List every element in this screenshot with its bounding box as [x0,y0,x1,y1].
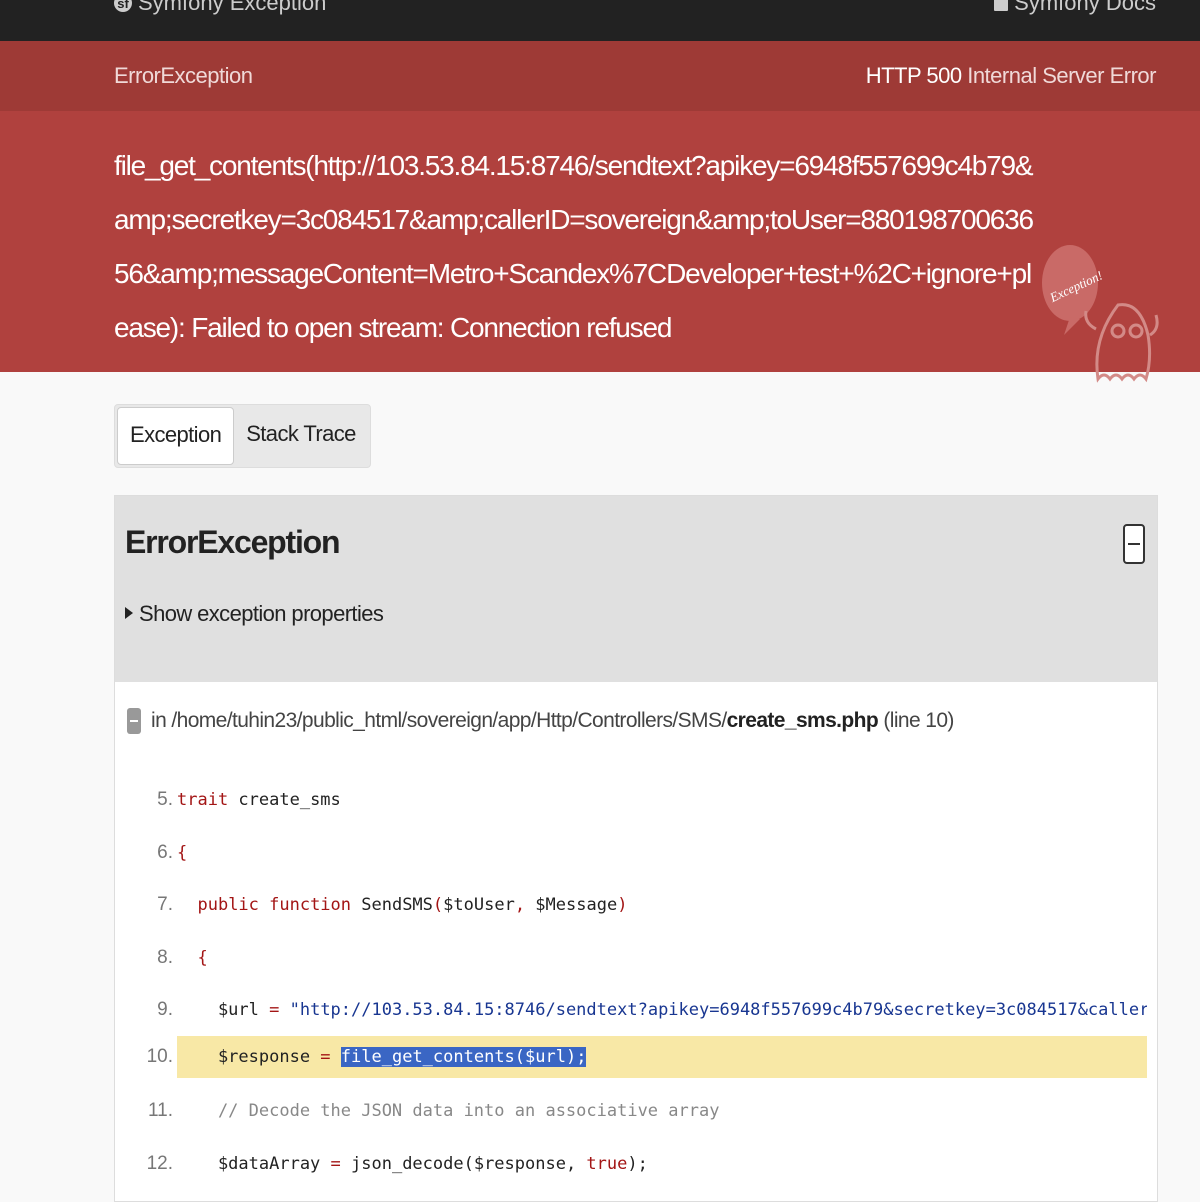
exception-message: file_get_contents(http://103.53.84.15:87… [114,150,1034,343]
line-number: 9. [157,999,173,1020]
code-token: $dataArray [177,1154,331,1174]
code-token: = [330,1154,341,1174]
exception-ghost-icon: Exception! [1042,245,1159,383]
symfony-logo-icon: sf [114,0,132,12]
brand: sf Symfony Exception [114,0,326,16]
http-status: HTTP 500 Internal Server Error [865,63,1157,89]
code-token: public function [197,895,352,915]
code-line: 11. // Decode the JSON data into an asso… [115,1090,1157,1132]
show-properties-label: Show exception properties [139,601,384,626]
tab-exception[interactable]: Exception [117,407,235,465]
code-token: true [586,1154,628,1174]
line-number: 10. [146,1046,173,1067]
code-token: $Message [525,895,618,915]
code-token: ); [627,1154,648,1174]
show-properties-toggle[interactable]: Show exception properties [125,601,384,627]
trace-file: create_sms.php [726,709,879,732]
code-token: = [269,1000,280,1020]
code-line: 10. $response = file_get_contents($url); [115,1036,1157,1078]
code-token: trait [177,790,229,810]
book-icon [994,0,1009,11]
exception-panel-header: ErrorException Show exception properties [115,496,1157,682]
code-source: $response = file_get_contents($url); [177,1036,1147,1078]
code-token: $url [177,1000,270,1020]
docs-link[interactable]: Symfony Docs [994,0,1156,16]
collapse-trace-icon[interactable] [127,708,141,734]
code-token: "http://103.53.84.15:8746/sendtext?apike… [289,1000,1147,1020]
tab-stack-trace[interactable]: Stack Trace [234,407,368,465]
panel-title: ErrorException [125,524,341,560]
exception-summary-bar: ErrorException HTTP 500 Internal Server … [0,41,1200,111]
code-token: create_sms [228,790,341,810]
line-number: 8. [157,947,173,968]
code-source: $url = "http://103.53.84.15:8746/sendtex… [177,989,1147,1031]
line-number: 11. [147,1100,173,1121]
code-line: 6.{ [115,832,1157,874]
code-token: SendSMS [351,895,433,915]
top-bar: sf Symfony Exception Symfony Docs [0,0,1200,41]
code-token: = [320,1047,331,1067]
collapse-all-icon[interactable] [1123,524,1145,564]
code-token: json_decode($response, [340,1154,587,1174]
code-line: 5. trait create_sms [115,779,1157,821]
trace-line: (line 10) [883,709,954,732]
code-token: { [177,843,188,863]
line-number: 5. [157,789,173,810]
line-number: 6. [157,842,173,863]
caret-right-icon [125,607,133,619]
tab-bar: Exception Stack Trace [114,404,371,468]
code-token: ( [432,895,444,915]
exception-class: ErrorException [114,63,253,88]
code-line: 7. public function SendSMS($toUser, $Mes… [115,884,1157,926]
line-number: 7. [157,894,173,915]
line-number: 12. [146,1153,173,1174]
code-line: 9. $url = "http://103.53.84.15:8746/send… [115,989,1157,1031]
status-code: HTTP 500 [865,63,962,88]
code-line: 12. $dataArray = json_decode($response, … [115,1143,1157,1185]
trace-location[interactable]: in /home/tuhin23/public_html/sovereign/a… [127,708,954,734]
status-text: Internal Server Error [967,63,1156,88]
trace-path: in /home/tuhin23/public_html/sovereign/a… [151,709,727,732]
code-token: $response [177,1047,321,1067]
code-token: , [514,895,526,915]
code-token: // Decode the JSON data into an associat… [177,1101,720,1121]
exception-message-banner: file_get_contents(http://103.53.84.15:87… [0,111,1200,383]
docs-label: Symfony Docs [1014,0,1156,15]
code-token: file_get_contents($url); [340,1047,587,1067]
code-source: { [177,832,1147,874]
code-source: // Decode the JSON data into an associat… [177,1090,1147,1132]
code-line: 8. { [115,937,1157,979]
code-token: $toUser [443,895,515,915]
code-source: trait create_sms [177,779,1147,821]
code-source: public function SendSMS($toUser, $Messag… [177,884,1147,926]
code-token: ) [617,895,628,915]
code-token: { [197,948,208,968]
code-source: { [177,937,1147,979]
brand-label: Symfony Exception [138,0,327,15]
code-source: $dataArray = json_decode($response, true… [177,1143,1147,1185]
exception-panel: ErrorException Show exception properties… [114,495,1158,1202]
